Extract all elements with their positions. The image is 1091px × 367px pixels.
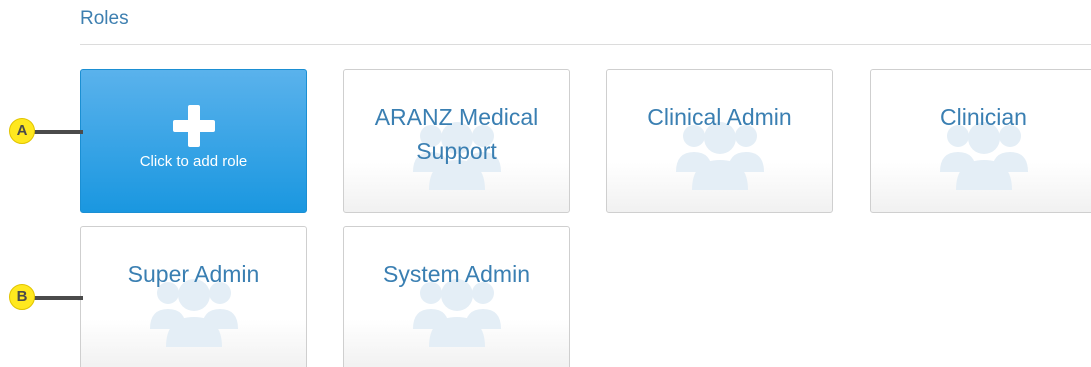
- section-title: Roles: [80, 8, 129, 29]
- callout-badge: A: [9, 118, 35, 144]
- plus-icon: [172, 105, 215, 147]
- callout-line: [27, 130, 83, 134]
- add-role-button[interactable]: Click to add role: [80, 69, 307, 213]
- section-divider: [80, 44, 1091, 45]
- role-card-system-admin[interactable]: System Admin: [343, 226, 570, 367]
- callout-b: B: [9, 283, 83, 313]
- role-label: ARANZ Medical Support: [374, 104, 539, 164]
- roles-page: Roles Click to add role ARANZ Medical Su…: [0, 0, 1091, 367]
- role-label: Clinician: [940, 104, 1027, 130]
- role-card-clinician[interactable]: Clinician: [870, 69, 1091, 213]
- role-card-clinical-admin[interactable]: Clinical Admin: [606, 69, 833, 213]
- callout-line: [27, 296, 83, 300]
- role-card-aranz-medical-support[interactable]: ARANZ Medical Support: [343, 69, 570, 213]
- callout-badge: B: [9, 284, 35, 310]
- role-card-super-admin[interactable]: Super Admin: [80, 226, 307, 367]
- callout-a: A: [9, 117, 83, 147]
- role-label: Clinical Admin: [647, 104, 792, 130]
- role-label: System Admin: [383, 261, 530, 287]
- role-label: Super Admin: [127, 261, 260, 287]
- add-role-label: Click to add role: [139, 153, 248, 170]
